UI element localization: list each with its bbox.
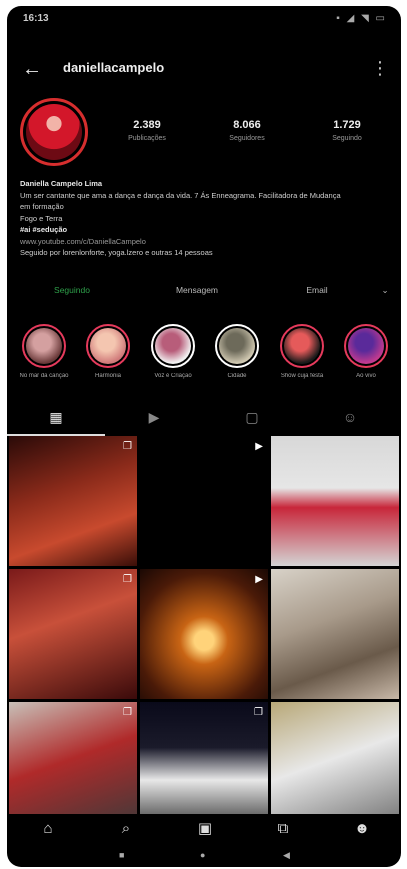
following-button[interactable]: Seguindo: [17, 278, 127, 302]
profile-actions: Seguindo Mensagem Email ⌄: [17, 278, 395, 302]
post-thumbnail[interactable]: ▶: [140, 569, 268, 699]
carousel-badge-icon: ❐: [123, 574, 132, 585]
highlight-ring: [86, 324, 130, 368]
stat-posts[interactable]: 2.389 Publicações: [107, 119, 187, 142]
tab-igtv-icon[interactable]: ▢: [203, 404, 301, 436]
stat-following[interactable]: 1.729 Seguindo: [307, 119, 387, 142]
highlight-cover-image: [284, 328, 320, 364]
status-time: 16:13: [23, 13, 49, 24]
highlight-ring: [344, 324, 388, 368]
post-thumbnail[interactable]: ❐: [140, 702, 268, 832]
highlight-cover-image: [348, 328, 384, 364]
profile-bio: Daniella Campelo Lima Um ser cantante qu…: [20, 178, 395, 259]
post-thumbnail[interactable]: ❐: [9, 702, 137, 832]
bio-line: Um ser cantante que ama a dança e dança …: [20, 190, 341, 200]
back-button-icon[interactable]: ◀: [283, 850, 290, 861]
message-button[interactable]: Mensagem: [137, 278, 257, 302]
profile-avatar[interactable]: [20, 98, 88, 166]
bio-name: Daniella Campelo Lima: [20, 179, 103, 188]
story-highlight[interactable]: Show cuja festa: [273, 324, 331, 379]
profile-tabs: ▦ ▶ ▢ ☺: [7, 404, 401, 436]
profile-username: daniellacampelo: [63, 60, 165, 75]
highlight-cover-image: [155, 328, 191, 364]
shop-icon[interactable]: ⧉: [271, 818, 295, 842]
highlight-ring: [22, 324, 66, 368]
carousel-badge-icon: ❐: [123, 441, 132, 452]
highlight-cover-image: [26, 328, 62, 364]
highlight-ring: [215, 324, 259, 368]
bio-line: Fogo e Terra: [20, 213, 63, 223]
back-arrow-icon[interactable]: ←: [19, 56, 45, 82]
stat-followers-label: Seguidores: [229, 135, 265, 142]
stat-following-value: 1.729: [333, 119, 361, 131]
highlight-caption: Ao vivo: [356, 373, 376, 379]
highlight-ring: [151, 324, 195, 368]
video-badge-icon: ▶: [255, 441, 263, 452]
highlight-caption: Voz é Criação: [154, 373, 192, 379]
bio-hashtags[interactable]: #ai #sedução: [20, 224, 395, 236]
more-options-icon[interactable]: ⋮: [371, 58, 389, 78]
reels-icon[interactable]: ▣: [193, 818, 217, 842]
chevron-down-icon[interactable]: ⌄: [375, 278, 395, 302]
status-bar: 16:13 ▪ ◢ ◥ ▭: [7, 6, 401, 34]
story-highlight[interactable]: No mar da canção: [15, 324, 73, 379]
post-thumbnail[interactable]: ▶: [140, 436, 268, 566]
highlight-cover-image: [90, 328, 126, 364]
status-icons: ▪ ◢ ◥ ▭: [336, 13, 387, 24]
phone-screen: 16:13 ▪ ◢ ◥ ▭ ← daniellacampelo ⋮ 2.389 …: [7, 6, 401, 867]
carousel-badge-icon: ❐: [123, 707, 132, 718]
post-thumbnail[interactable]: [271, 436, 399, 566]
highlight-caption: Show cuja festa: [280, 373, 324, 379]
highlight-caption: No mar da canção: [19, 373, 69, 379]
highlight-cover-image: [219, 328, 255, 364]
tab-grid-icon[interactable]: ▦: [7, 404, 105, 436]
stat-followers-value: 8.066: [233, 119, 261, 131]
search-icon[interactable]: ⌕: [114, 818, 138, 842]
bio-link[interactable]: www.youtube.com/c/DaniellaCampelo: [20, 236, 395, 248]
highlight-ring: [280, 324, 324, 368]
tab-tagged-icon[interactable]: ☺: [301, 404, 399, 436]
bottom-navigation: ⌂ ⌕ ▣ ⧉ ☻: [7, 814, 401, 844]
avatar-image: [26, 104, 82, 160]
post-thumbnail[interactable]: ❐: [9, 569, 137, 699]
carousel-badge-icon: ❐: [254, 707, 263, 718]
story-highlight[interactable]: Cidade: [208, 324, 266, 379]
stat-posts-label: Publicações: [128, 135, 166, 142]
stat-followers[interactable]: 8.066 Seguidores: [207, 119, 287, 142]
email-button[interactable]: Email: [267, 278, 367, 302]
home-button-icon[interactable]: ●: [200, 850, 205, 860]
system-navigation: ■ ● ◀: [7, 848, 401, 867]
stat-posts-value: 2.389: [133, 119, 161, 131]
profile-icon[interactable]: ☻: [350, 818, 374, 842]
tab-reels-icon[interactable]: ▶: [105, 404, 203, 436]
profile-header: ← daniellacampelo ⋮: [7, 50, 401, 90]
post-thumbnail[interactable]: ❐: [9, 436, 137, 566]
highlight-caption: Harmonia: [94, 373, 121, 379]
post-thumbnail[interactable]: [271, 569, 399, 699]
home-icon[interactable]: ⌂: [36, 818, 60, 842]
highlight-caption: Cidade: [227, 373, 247, 379]
story-highlight[interactable]: Harmonia: [79, 324, 137, 379]
story-highlight[interactable]: Ao vivo: [337, 324, 395, 379]
followed-by-text[interactable]: Seguido por lorenlonforte, yoga.lzero e …: [20, 247, 395, 259]
post-thumbnail[interactable]: [271, 702, 399, 832]
recent-apps-icon[interactable]: ■: [119, 850, 124, 860]
bio-line: em formação: [20, 202, 64, 211]
video-badge-icon: ▶: [255, 574, 263, 585]
stat-following-label: Seguindo: [332, 135, 362, 142]
story-highlight[interactable]: Voz é Criação: [144, 324, 202, 379]
